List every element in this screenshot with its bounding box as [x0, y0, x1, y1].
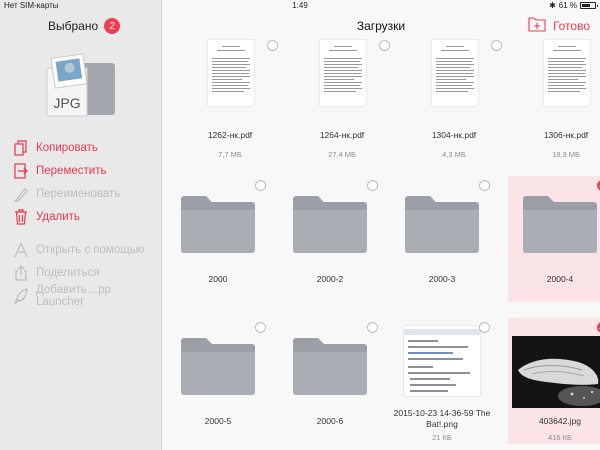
- rename-icon: [14, 186, 36, 202]
- select-checkbox[interactable]: [267, 40, 278, 51]
- folder-tile[interactable]: 2000-3: [390, 176, 494, 302]
- file-size: 27,4 МБ: [328, 150, 356, 159]
- file-name: 1262-нк.pdf: [207, 130, 253, 140]
- file-name: 1264-нк.pdf: [319, 130, 365, 140]
- open-with-label: Открыть с помощью: [36, 243, 145, 256]
- done-button[interactable]: Готово: [553, 19, 590, 33]
- copy-icon: [14, 139, 36, 156]
- trash-icon: [14, 208, 36, 225]
- file-name: 1306-нк.pdf: [543, 130, 589, 140]
- pdf-thumbnail: [208, 40, 254, 106]
- battery-percent: 61 %: [558, 1, 577, 10]
- file-tile[interactable]: 1306-нк.pdf 18,3 МБ: [514, 36, 600, 162]
- clock: 1:49: [292, 1, 308, 10]
- select-checkbox[interactable]: [255, 180, 266, 191]
- folder-tile[interactable]: 2000: [166, 176, 270, 302]
- file-tile-selected[interactable]: 403642.jpg 416 КБ: [508, 318, 600, 444]
- folder-tile[interactable]: 2000-5: [166, 318, 270, 444]
- folder-name: 2000-3: [428, 274, 456, 284]
- select-checkbox[interactable]: [479, 180, 490, 191]
- file-name: 1304-нк.pdf: [431, 130, 477, 140]
- delete-label: Удалить: [36, 210, 80, 223]
- share-label: Поделиться: [36, 266, 100, 279]
- file-size: 18,3 МБ: [552, 150, 580, 159]
- folder-name: 2000-6: [316, 416, 344, 426]
- folder-name: 2000-4: [546, 274, 574, 284]
- share-icon: [14, 264, 36, 281]
- folder-name: 2000: [208, 274, 228, 284]
- jpg-thumbnail: [512, 336, 600, 408]
- bluetooth-icon: ✱: [549, 1, 556, 10]
- copy-action[interactable]: Копировать: [14, 136, 162, 159]
- launcher-action[interactable]: Добавить…pp Launcher: [14, 283, 162, 308]
- open-with-icon: [14, 242, 36, 258]
- file-size: 7,7 МБ: [218, 150, 242, 159]
- copy-label: Копировать: [36, 141, 98, 154]
- select-checkbox[interactable]: [367, 322, 378, 333]
- file-name: 403642.jpg: [538, 416, 582, 426]
- jpg-stack-icon: JPG: [46, 53, 115, 117]
- share-action[interactable]: Поделиться: [14, 261, 162, 284]
- file-tile[interactable]: 2015-10-23 14-36-59 The Bat!.png 21 КБ: [390, 318, 494, 444]
- move-icon: [14, 162, 36, 179]
- status-bar: Нет SIM-карты 1:49 ✱ 61 %: [0, 0, 600, 12]
- folder-icon: [293, 196, 367, 253]
- selection-sidebar: Выбрано 2 JPG Копировать Переместить Пер…: [0, 0, 162, 450]
- open-with-action[interactable]: Открыть с помощью: [14, 238, 162, 261]
- folder-name: 2000-2: [316, 274, 344, 284]
- delete-action[interactable]: Удалить: [14, 205, 162, 228]
- file-name: 2015-10-23 14-36-59 The Bat!.png: [393, 408, 491, 429]
- file-size: 416 КБ: [548, 433, 572, 442]
- png-thumbnail: [404, 326, 480, 396]
- file-size: 4,3 МБ: [442, 150, 466, 159]
- select-checkbox[interactable]: [379, 40, 390, 51]
- new-folder-icon[interactable]: [528, 16, 546, 32]
- file-tile[interactable]: 1264-нк.pdf 27,4 МБ: [290, 36, 394, 162]
- folder-icon: [181, 196, 255, 253]
- folder-icon: [523, 196, 597, 253]
- select-checkbox[interactable]: [479, 322, 490, 333]
- select-checkbox[interactable]: [255, 322, 266, 333]
- file-tile[interactable]: 1262-нк.pdf 7,7 МБ: [178, 36, 282, 162]
- move-label: Переместить: [36, 164, 107, 177]
- rename-action[interactable]: Переименовать: [14, 182, 162, 205]
- move-action[interactable]: Переместить: [14, 159, 162, 182]
- selected-label: Выбрано: [48, 19, 99, 33]
- folder-tile-selected[interactable]: 2000-4: [508, 176, 600, 302]
- file-browser: Загрузки Готово 1262-нк.pdf 7,7 МБ 1264-…: [162, 0, 600, 450]
- status-right: ✱ 61 %: [549, 1, 598, 10]
- rename-label: Переименовать: [36, 187, 121, 200]
- pdf-thumbnail: [320, 40, 366, 106]
- selection-header: Выбрано 2: [48, 18, 121, 34]
- folder-tile[interactable]: 2000-2: [278, 176, 382, 302]
- select-checkbox[interactable]: [491, 40, 502, 51]
- pdf-thumbnail: [432, 40, 478, 106]
- launcher-icon: [14, 287, 36, 304]
- folder-tile[interactable]: 2000-6: [278, 318, 382, 444]
- folder-name: 2000-5: [204, 416, 232, 426]
- pdf-thumbnail: [544, 40, 590, 106]
- preview-label: JPG: [53, 95, 80, 111]
- folder-icon: [293, 338, 367, 395]
- battery-icon: [580, 2, 598, 9]
- action-list: Копировать Переместить Переименовать Уда…: [14, 136, 162, 308]
- selection-preview: JPG: [46, 48, 116, 118]
- folder-icon: [405, 196, 479, 253]
- file-tile[interactable]: 1304-нк.pdf 4,3 МБ: [402, 36, 506, 162]
- selected-count-badge: 2: [104, 18, 121, 34]
- folder-icon: [181, 338, 255, 395]
- file-size: 21 КБ: [432, 433, 452, 442]
- launcher-label: Добавить…pp Launcher: [35, 283, 112, 308]
- select-checkbox[interactable]: [367, 180, 378, 191]
